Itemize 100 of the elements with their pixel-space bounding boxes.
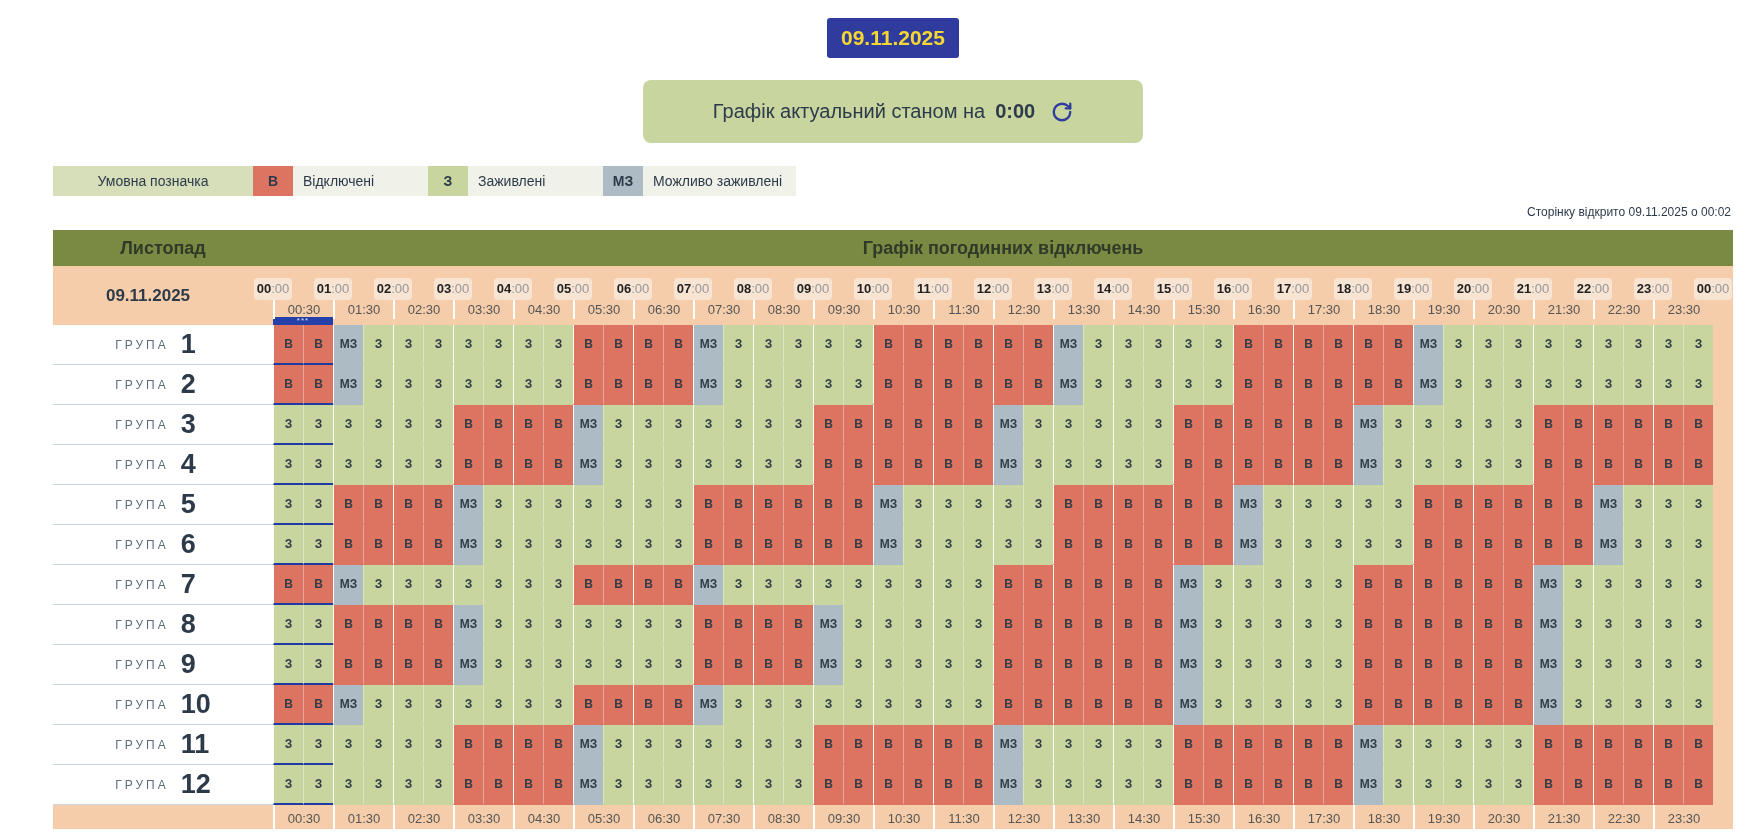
schedule-cell: В — [783, 525, 813, 565]
schedule-cell: З — [1563, 685, 1593, 725]
schedule-cell: З — [753, 445, 783, 485]
schedule-cell: В — [1173, 725, 1203, 765]
schedule-cell: МЗ — [1173, 565, 1203, 605]
schedule-cell: З — [1293, 485, 1323, 525]
schedule-cell: В — [1653, 765, 1683, 805]
schedule-cell: З — [843, 645, 873, 685]
schedule-cell: З — [1113, 765, 1143, 805]
schedule-cell: В — [903, 445, 933, 485]
schedule-cell: З — [1593, 685, 1623, 725]
group-number: 8 — [180, 609, 197, 640]
group-number: 1 — [180, 329, 197, 360]
schedule-cell: З — [1683, 565, 1713, 605]
schedule-cell: З — [363, 725, 393, 765]
schedule-cell: З — [1413, 405, 1443, 445]
schedule-cell: З — [303, 605, 333, 645]
schedule-cell: МЗ — [1413, 325, 1443, 365]
half-hour-label: 13:30 — [1067, 811, 1101, 826]
schedule-cell: З — [1263, 525, 1293, 565]
schedule-cell: В — [1653, 405, 1683, 445]
schedule-cell: З — [1683, 685, 1713, 725]
schedule-cell: В — [993, 645, 1023, 685]
schedule-cell: З — [1623, 605, 1653, 645]
schedule-cell: З — [1473, 405, 1503, 445]
schedule-cell: З — [393, 405, 423, 445]
schedule-cell: З — [633, 445, 663, 485]
schedule-cell: В — [1203, 445, 1233, 485]
schedule-cell: В — [963, 445, 993, 485]
refresh-button[interactable] — [1051, 100, 1074, 123]
group-label: ГРУПА — [115, 577, 169, 592]
schedule-cell: В — [963, 325, 993, 365]
schedule-cell: В — [1533, 445, 1563, 485]
schedule-cell: З — [1113, 405, 1143, 445]
schedule-cell: В — [873, 445, 903, 485]
schedule-cell: З — [1143, 325, 1173, 365]
schedule-cell: З — [273, 525, 303, 565]
schedule-cell: З — [1473, 725, 1503, 765]
schedule-cell: З — [483, 525, 513, 565]
schedule-cell: З — [1653, 485, 1683, 525]
schedule-cell: МЗ — [1353, 405, 1383, 445]
schedule-cell: З — [333, 725, 363, 765]
schedule-cell: МЗ — [1533, 565, 1563, 605]
half-hour-label: 18:30 — [1367, 302, 1401, 317]
schedule-cell: З — [1623, 565, 1653, 605]
table-title: Графік погодинних відключень — [861, 237, 1145, 259]
schedule-cell: З — [1023, 525, 1053, 565]
schedule-cell: З — [1293, 525, 1323, 565]
schedule-cell: В — [483, 765, 513, 805]
schedule-cell: З — [303, 765, 333, 805]
schedule-cell: МЗ — [1053, 325, 1083, 365]
schedule-cell: В — [873, 765, 903, 805]
schedule-cell: В — [1473, 485, 1503, 525]
schedule-cell: З — [393, 725, 423, 765]
schedule-cell: В — [543, 445, 573, 485]
group-label: ГРУПА — [115, 617, 169, 632]
schedule-cell: З — [1323, 485, 1353, 525]
schedule-cell: В — [1263, 445, 1293, 485]
schedule-cell: В — [1023, 685, 1053, 725]
schedule-cell: В — [1053, 525, 1083, 565]
schedule-cell: З — [603, 405, 633, 445]
schedule-cell: З — [1503, 725, 1533, 765]
schedule-cell: В — [1383, 685, 1413, 725]
schedule-cell: В — [843, 445, 873, 485]
schedule-cell: З — [513, 645, 543, 685]
schedule-cell: МЗ — [993, 405, 1023, 445]
schedule-cell: В — [933, 445, 963, 485]
half-hour-label: 11:30 — [948, 811, 980, 826]
schedule-cell: З — [1563, 365, 1593, 405]
schedule-cell: З — [753, 405, 783, 445]
opened-note: Сторінку відкрито 09.11.2025 о 00:02 — [1527, 205, 1731, 221]
schedule-cell: В — [903, 765, 933, 805]
half-hour-label: 02:30 — [407, 811, 441, 826]
schedule-cell: В — [483, 405, 513, 445]
schedule-cell: В — [1203, 485, 1233, 525]
schedule-cell: З — [723, 445, 753, 485]
schedule-cell: З — [1383, 485, 1413, 525]
hour-label: 19:00 — [1393, 278, 1433, 300]
schedule-cell: З — [303, 725, 333, 765]
schedule-cell: В — [903, 405, 933, 445]
schedule-cell: З — [333, 445, 363, 485]
schedule-cell: В — [753, 605, 783, 645]
half-hour-label: 17:30 — [1307, 811, 1341, 826]
legend-label: Можливо заживлені — [643, 166, 797, 196]
schedule-cell: В — [1293, 765, 1323, 805]
schedule-cell: З — [1143, 365, 1173, 405]
schedule-cell: З — [1053, 765, 1083, 805]
schedule-cell: В — [1293, 325, 1323, 365]
schedule-cell: В — [813, 725, 843, 765]
schedule-cell: З — [1683, 525, 1713, 565]
half-hour-label: 17:30 — [1307, 302, 1341, 317]
schedule-cell: В — [1383, 605, 1413, 645]
schedule-cell: З — [453, 565, 483, 605]
schedule-cell: В — [723, 525, 753, 565]
schedule-cell: З — [813, 565, 843, 605]
schedule-cell: З — [1293, 565, 1323, 605]
schedule-cell: В — [1413, 485, 1443, 525]
schedule-cell: В — [1083, 525, 1113, 565]
schedule-cell: В — [993, 325, 1023, 365]
schedule-cell: В — [723, 485, 753, 525]
